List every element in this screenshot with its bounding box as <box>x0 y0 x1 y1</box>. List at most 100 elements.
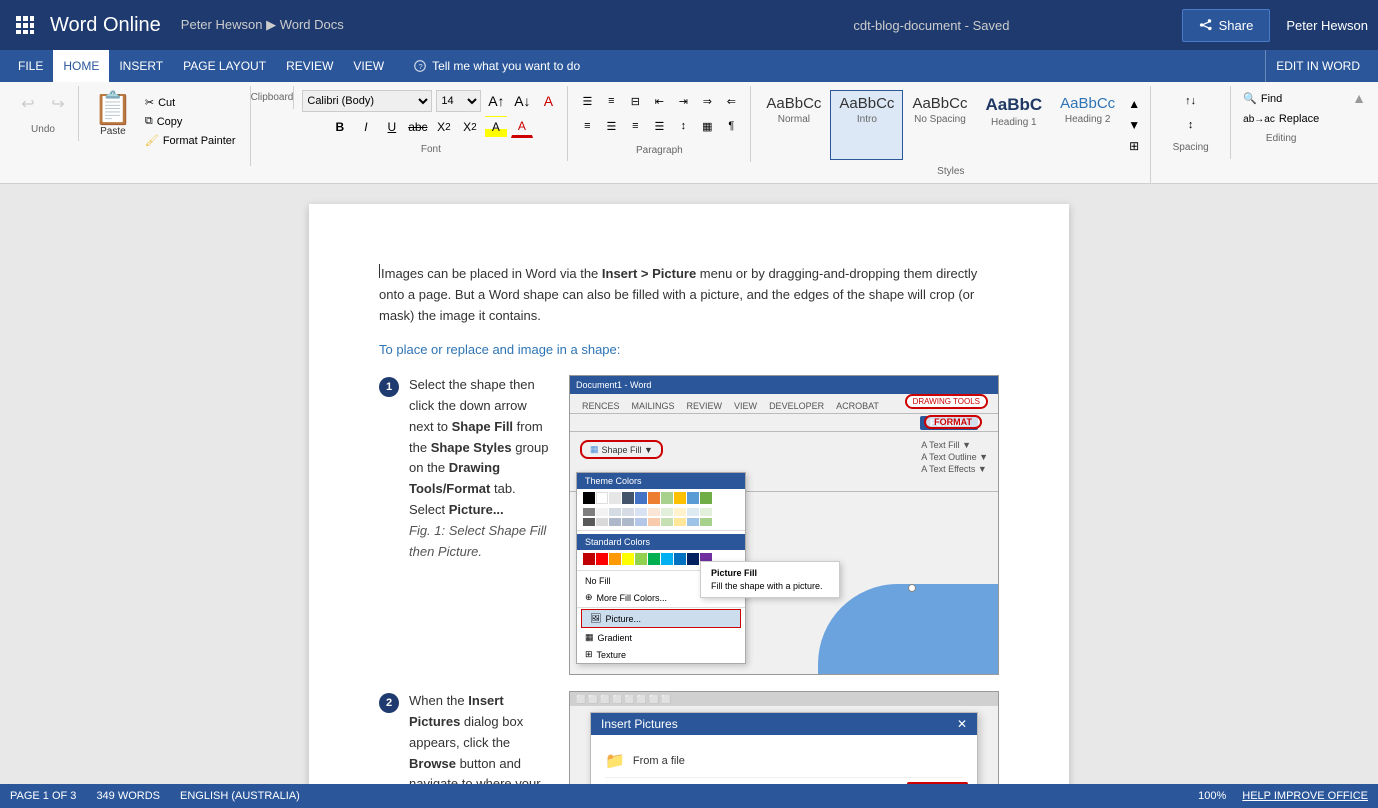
edit-in-word-button[interactable]: EDIT IN WORD <box>1265 50 1370 82</box>
styles-group-label: Styles <box>937 164 964 179</box>
tab-references: RENCES <box>576 399 626 413</box>
paragraph-mark-button[interactable]: ¶ <box>720 115 742 137</box>
format-painter-button[interactable]: 🖌 Format Painter <box>141 132 240 149</box>
shading-button[interactable]: ▦ <box>696 115 718 137</box>
rtl-button[interactable]: ⇐ <box>720 90 742 112</box>
copy-icon: ⧉ <box>145 115 153 128</box>
document-area[interactable]: Images can be placed in Word via the Ins… <box>0 184 1378 788</box>
styles-expand[interactable]: ⊞ <box>1126 138 1142 154</box>
font-color-button[interactable]: A <box>537 90 559 112</box>
step2-left: 2 When the Insert Pictures dialog box ap… <box>379 691 549 788</box>
clipboard-small-buttons: ✂ Cut ⧉ Copy 🖌 Format Painter <box>141 90 240 149</box>
style-intro[interactable]: AaBbCc Intro <box>830 90 903 160</box>
increase-indent-button[interactable]: ⇥ <box>672 90 694 112</box>
ribbon-collapse-button[interactable]: ▲ <box>1348 86 1370 106</box>
style-no-spacing[interactable]: AaBbCc No Spacing <box>903 90 976 160</box>
font-name-select[interactable]: Calibri (Body) <box>302 90 432 112</box>
copy-button[interactable]: ⧉ Copy <box>141 113 240 130</box>
bullets-button[interactable]: ☰ <box>576 90 598 112</box>
italic-button[interactable]: I <box>355 116 377 138</box>
style-normal[interactable]: AaBbCc Normal <box>757 90 830 160</box>
paragraph-group: ☰ ≡ ⊟ ⇤ ⇥ ⇒ ⇐ ≡ ☰ ≡ ☰ ↕ ▦ ¶ Paragraph <box>568 86 751 162</box>
share-label: Share <box>1219 18 1254 33</box>
step1-left: 1 Select the shape then click the down a… <box>379 375 549 675</box>
insert-pictures-body: 📁 From a file <box>591 735 977 788</box>
replace-label: Replace <box>1279 113 1319 125</box>
step2-number: 2 <box>379 693 399 713</box>
paste-icon: 📋 <box>93 92 133 124</box>
step2-content: When the Insert Pictures dialog box appe… <box>409 691 549 788</box>
font-color2-button[interactable]: A <box>511 116 533 138</box>
styles-scroll-down[interactable]: ▼ <box>1126 117 1142 133</box>
underline-button[interactable]: U <box>381 116 403 138</box>
format-painter-label: Format Painter <box>163 135 236 147</box>
line-spacing-button[interactable]: ↕ <box>672 115 694 137</box>
tell-me-bar[interactable]: ? Tell me what you want to do <box>414 59 580 73</box>
waffle-icon[interactable] <box>10 10 40 40</box>
strikethrough-button[interactable]: abc <box>407 116 429 138</box>
decrease-font-size-button[interactable]: A↓ <box>511 90 533 112</box>
subscript-button[interactable]: X2 <box>433 116 455 138</box>
align-left-button[interactable]: ≡ <box>576 115 598 137</box>
redo-button[interactable]: ↪ <box>44 90 72 118</box>
superscript-button[interactable]: X2 <box>459 116 481 138</box>
undo-group-label: Undo <box>31 122 55 137</box>
spacing-after-button[interactable]: ↕ <box>1180 114 1202 136</box>
paste-button[interactable]: 📋 Paste <box>85 90 141 137</box>
style-heading2-name: Heading 2 <box>1065 114 1111 125</box>
find-button[interactable]: 🔍 Find <box>1239 90 1323 107</box>
align-right-button[interactable]: ≡ <box>624 115 646 137</box>
close-dialog-icon[interactable]: ✕ <box>957 717 967 731</box>
svg-text:?: ? <box>419 62 423 71</box>
bold-button[interactable]: B <box>329 116 351 138</box>
menu-page-layout[interactable]: PAGE LAYOUT <box>173 50 276 82</box>
menu-view[interactable]: VIEW <box>343 50 394 82</box>
ltr-button[interactable]: ⇒ <box>696 90 718 112</box>
increase-font-size-button[interactable]: A↑ <box>485 90 507 112</box>
step1-item: 1 Select the shape then click the down a… <box>379 375 549 562</box>
theme-colors-header: Theme Colors <box>577 473 745 489</box>
status-right: 100% HELP IMPROVE OFFICE <box>1198 790 1368 802</box>
help-improve[interactable]: HELP IMPROVE OFFICE <box>1242 790 1368 802</box>
menu-home[interactable]: HOME <box>53 50 109 82</box>
replace-button[interactable]: ab→ac Replace <box>1239 111 1323 127</box>
scissors-icon: ✂ <box>145 96 154 109</box>
menu-file[interactable]: FILE <box>8 50 53 82</box>
editing-group: 🔍 Find ab→ac Replace Editing <box>1231 86 1331 150</box>
picture-fill-desc: Fill the shape with a picture. <box>711 581 829 591</box>
gradient-option: ▦ Gradient <box>577 629 745 646</box>
ribbon: ↩ ↪ Undo 📋 Paste ✂ Cut ⧉ Copy 🖌 Format P… <box>0 82 1378 184</box>
zoom-level: 100% <box>1198 790 1226 802</box>
numbering-button[interactable]: ≡ <box>600 90 622 112</box>
editing-group-label: Editing <box>1266 131 1297 146</box>
spacing-before-button[interactable]: ↑↓ <box>1180 90 1202 112</box>
menu-review[interactable]: REVIEW <box>276 50 343 82</box>
cut-label: Cut <box>158 97 175 109</box>
tab-view: VIEW <box>728 399 763 413</box>
share-button[interactable]: Share <box>1182 9 1271 42</box>
menu-insert[interactable]: INSERT <box>109 50 173 82</box>
highlight-button[interactable]: A <box>485 116 507 138</box>
decrease-indent-button[interactable]: ⇤ <box>648 90 670 112</box>
cut-button[interactable]: ✂ Cut <box>141 94 240 111</box>
multilevel-list-button[interactable]: ⊟ <box>624 90 646 112</box>
word-mock-1: Document1 - Word RENCES MAILINGS REVIEW … <box>569 375 999 675</box>
app-title: Word Online <box>50 14 161 37</box>
insert-pictures-dialog: Insert Pictures ✕ 📁 From a file <box>590 712 978 788</box>
paragraph-group-label: Paragraph <box>636 143 683 158</box>
undo-button[interactable]: ↩ <box>14 90 42 118</box>
step1-caption: Fig. 1: Select Shape Fill then Picture. <box>409 523 546 559</box>
step2-section: 2 When the Insert Pictures dialog box ap… <box>379 691 999 788</box>
breadcrumb-folder[interactable]: Word Docs <box>280 17 344 32</box>
font-size-select[interactable]: 14 <box>436 90 481 112</box>
spacing-group: ↑↓ ↕ Spacing <box>1151 86 1231 159</box>
page-count: PAGE 1 OF 3 <box>10 790 76 802</box>
breadcrumb-user[interactable]: Peter Hewson <box>181 17 263 32</box>
ruler-bar: ⬜ ⬜ ⬜ ⬜ ⬜ ⬜ ⬜ ⬜ <box>570 692 998 706</box>
justify-button[interactable]: ☰ <box>648 115 670 137</box>
align-center-button[interactable]: ☰ <box>600 115 622 137</box>
style-heading2[interactable]: AaBbCc Heading 2 <box>1051 90 1124 160</box>
styles-scroll-up[interactable]: ▲ <box>1126 96 1142 112</box>
style-heading1[interactable]: AaBbC Heading 1 <box>976 90 1051 160</box>
picture-option: 🖼 Picture... <box>581 609 741 628</box>
